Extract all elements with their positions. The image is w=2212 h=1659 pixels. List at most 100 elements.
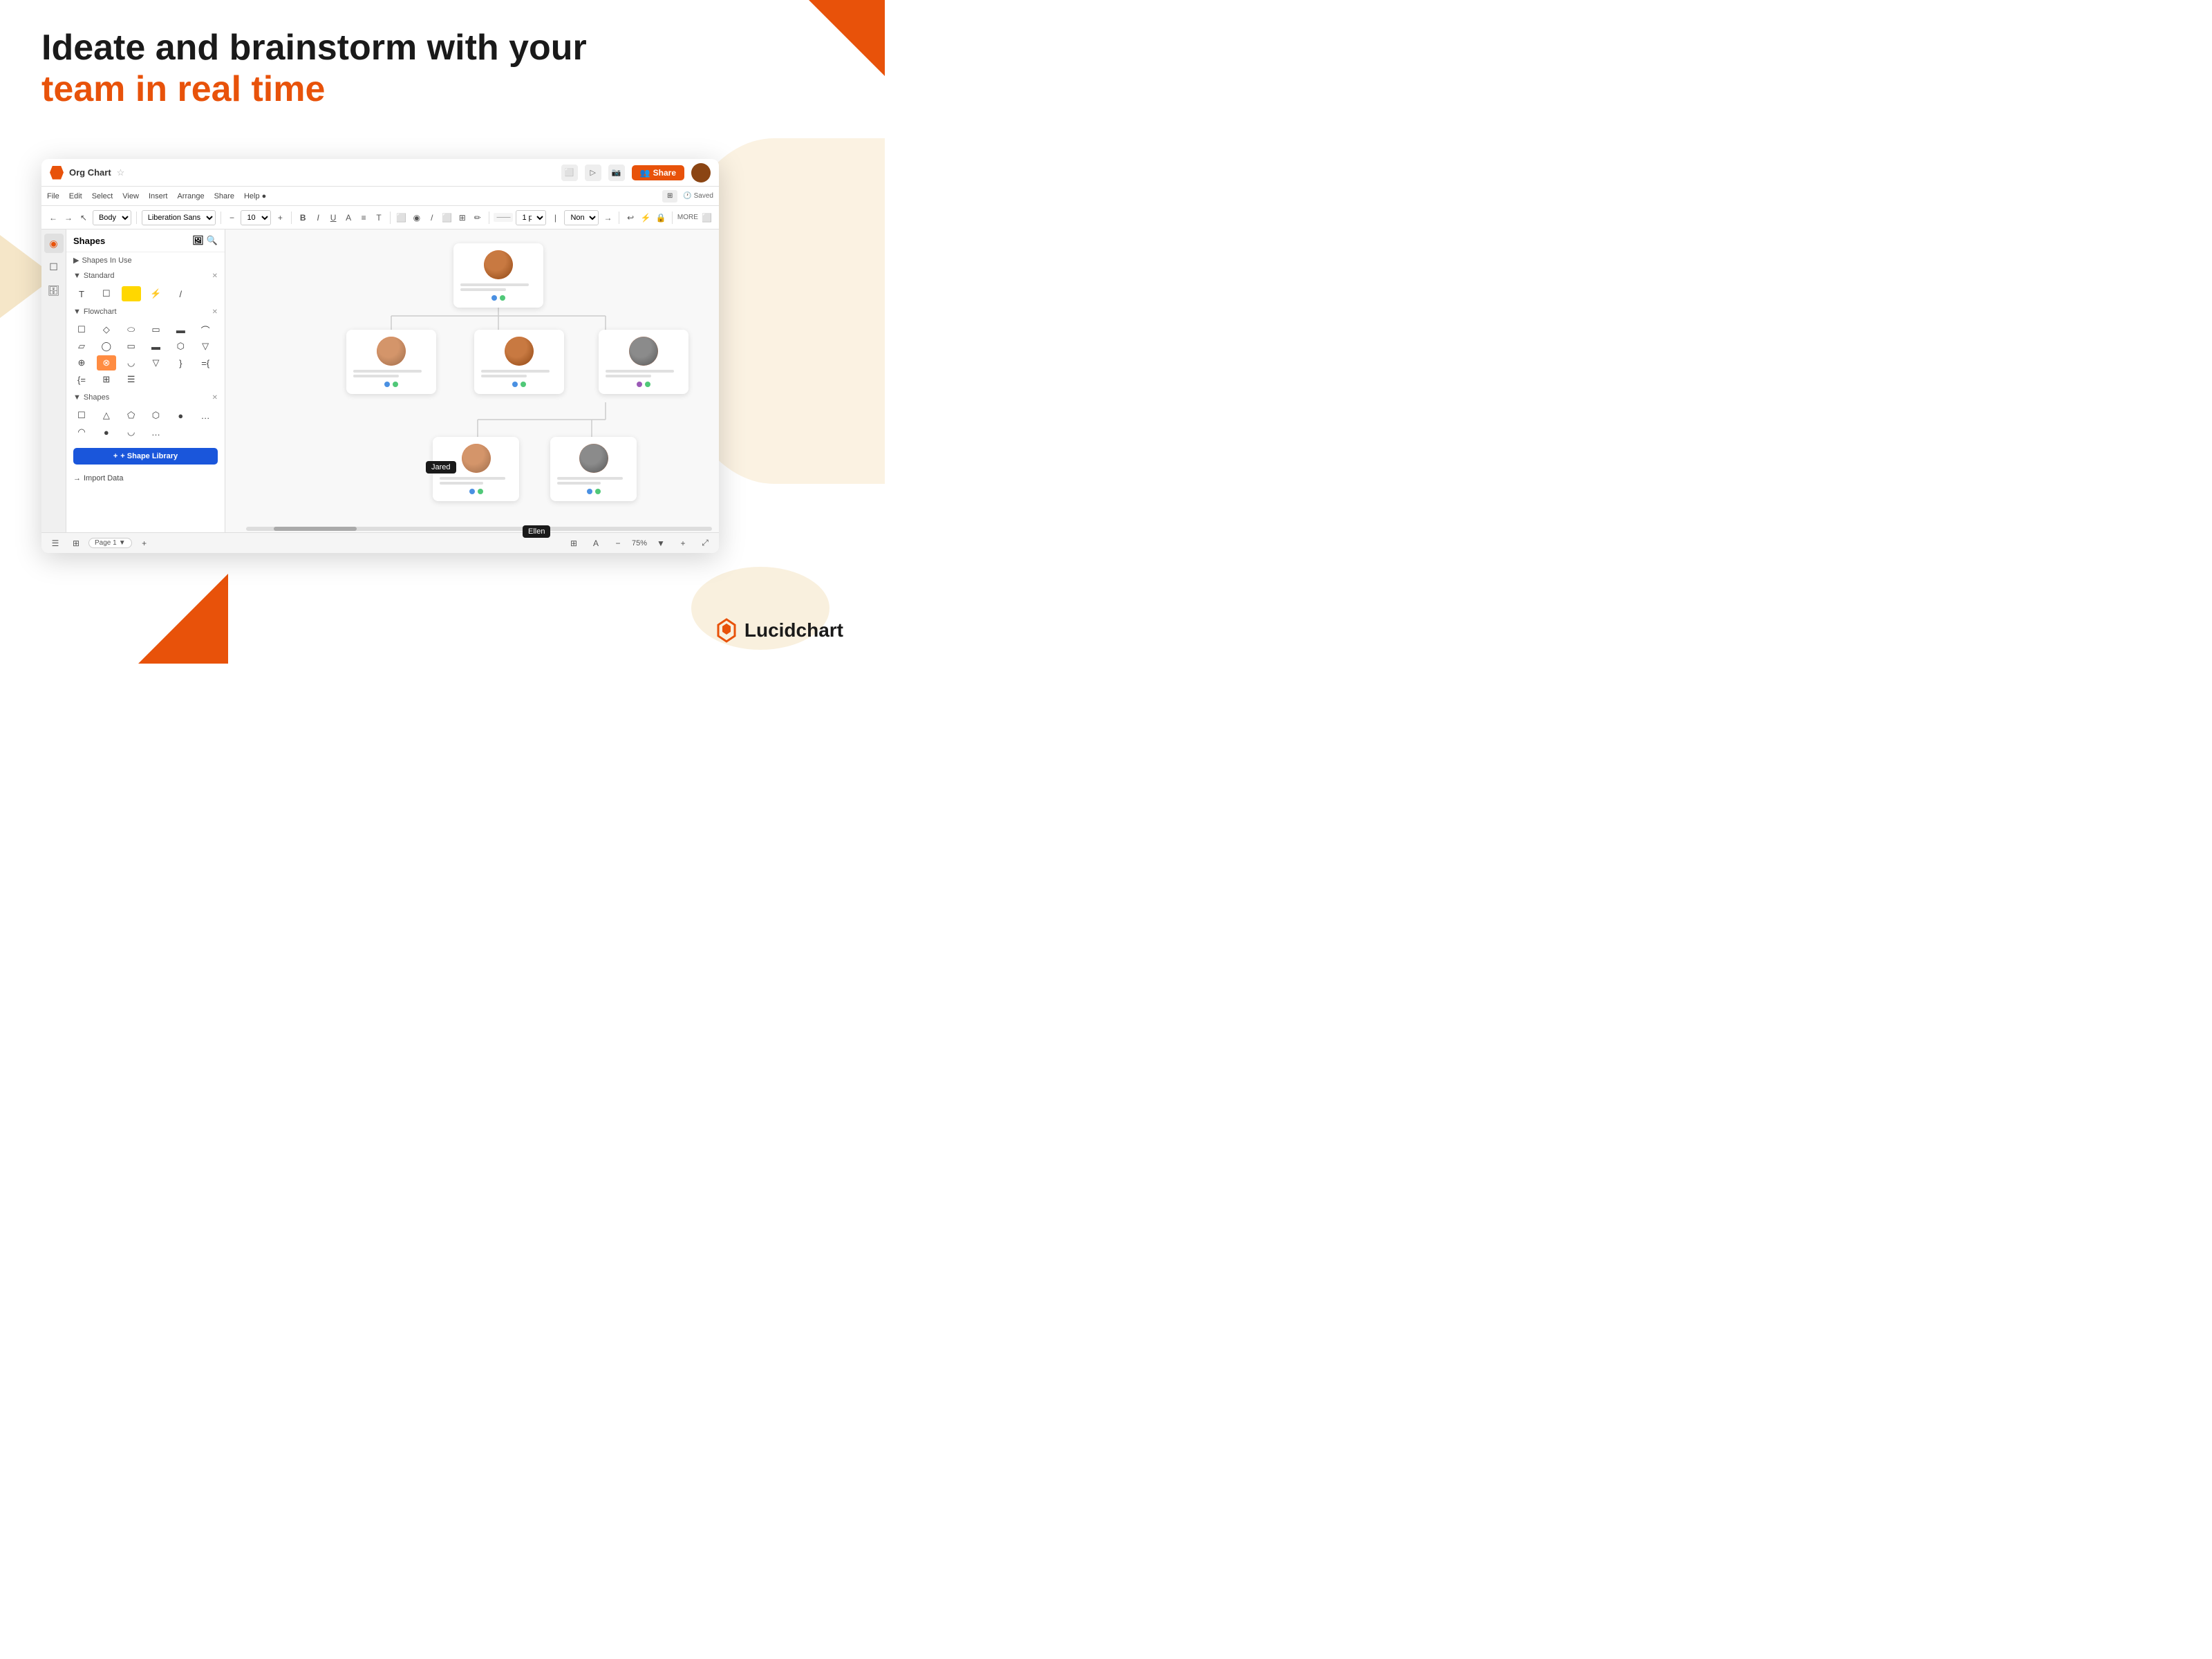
sh-rect[interactable]: ☐ (72, 408, 91, 423)
menu-file[interactable]: File (47, 192, 59, 200)
shapes-section-close[interactable]: ✕ (212, 394, 218, 402)
undo-button[interactable]: ← (47, 209, 59, 226)
menu-help[interactable]: Help ● (244, 192, 266, 200)
lock-button[interactable]: 🔒 (655, 209, 667, 226)
org-node-mgr2[interactable] (550, 437, 637, 501)
underline-button[interactable]: U (327, 209, 339, 226)
fc-shape19[interactable]: {= (72, 372, 91, 387)
redo-button[interactable]: → (62, 209, 75, 226)
sh-more[interactable]: … (196, 408, 215, 423)
fc-shape8[interactable]: ◯ (97, 339, 116, 354)
italic-button[interactable]: I (312, 209, 324, 226)
play-icon[interactable]: ▷ (585, 165, 601, 181)
menu-select[interactable]: Select (92, 192, 113, 200)
sh-arc[interactable]: ◠ (72, 424, 91, 440)
menu-view[interactable]: View (122, 192, 139, 200)
grid-view-button[interactable]: ⊞ (68, 535, 84, 552)
zoom-out-button[interactable]: − (610, 535, 626, 552)
sidebar-data-icon[interactable]: 🗄 (44, 281, 64, 300)
lightning-button[interactable]: ⚡ (639, 209, 652, 226)
fc-shape14-highlighted[interactable]: ⊗ (97, 355, 116, 371)
page-pill[interactable]: Page 1 ▼ (88, 538, 132, 548)
fc-shape21[interactable]: ☰ (122, 372, 141, 387)
font-color-button[interactable]: A (342, 209, 355, 226)
fc-diamond[interactable]: ◇ (97, 322, 116, 337)
shapes-search-icon[interactable]: 🔍 (207, 235, 218, 246)
sh-hexagon[interactable]: ⬡ (146, 408, 165, 423)
fc-shape15[interactable]: ◡ (122, 355, 141, 371)
line-end-button[interactable]: | (549, 209, 561, 226)
menu-share[interactable]: Share (214, 192, 234, 200)
layers-button[interactable]: ⊞ (565, 535, 582, 552)
standard-header[interactable]: ▼ Standard ✕ (66, 268, 225, 283)
fc-shape9[interactable]: ▭ (122, 339, 141, 354)
fc-rect2[interactable]: ▭ (146, 322, 165, 337)
fit-page-button[interactable]: ⤢ (697, 535, 713, 552)
fc-shape6[interactable]: ⌒ (196, 322, 215, 337)
menu-edit[interactable]: Edit (69, 192, 82, 200)
bold-button[interactable]: B (297, 209, 309, 226)
yellow-shape[interactable] (122, 286, 141, 301)
org-node-ceo[interactable] (453, 243, 543, 308)
org-node-vp1[interactable] (346, 330, 436, 394)
fc-shape10[interactable]: ▬ (146, 339, 165, 354)
zoom-dropdown[interactable]: ▼ (653, 535, 669, 552)
menu-arrange[interactable]: Arrange (177, 192, 204, 200)
fc-rect3[interactable]: ▬ (171, 322, 190, 337)
fc-rect[interactable]: ☐ (72, 322, 91, 337)
org-node-vp3[interactable] (599, 330, 688, 394)
lightning-shape[interactable]: ⚡ (146, 286, 165, 301)
video-icon[interactable]: 📷 (608, 165, 625, 181)
line-button[interactable]: / (426, 209, 438, 226)
text-shape[interactable]: T (72, 286, 91, 301)
sh-ellipse[interactable]: ● (171, 408, 190, 423)
present-icon[interactable]: ⬜ (561, 165, 578, 181)
standard-close[interactable]: ✕ (212, 272, 218, 280)
sh-circle2[interactable]: ● (97, 424, 116, 440)
list-view-button[interactable]: ☰ (47, 535, 64, 552)
add-page-button[interactable]: + (136, 535, 153, 552)
fc-shape13[interactable]: ⊕ (72, 355, 91, 371)
pen-tool[interactable]: ✏ (471, 209, 484, 226)
fc-shape20[interactable]: ⊞ (97, 372, 116, 387)
link-button[interactable]: ⬜ (395, 209, 408, 226)
flowchart-header[interactable]: ▼ Flowchart ✕ (66, 304, 225, 319)
shadow-button[interactable]: ⬜ (441, 209, 453, 226)
style-dropdown[interactable]: Body (93, 210, 131, 225)
flowchart-close[interactable]: ✕ (212, 308, 218, 316)
font-size-decrease[interactable]: − (225, 209, 238, 226)
fc-shape17[interactable]: } (171, 355, 190, 371)
font-dropdown[interactable]: Liberation Sans (142, 210, 216, 225)
fc-shape7[interactable]: ▱ (72, 339, 91, 354)
arrow-end-button[interactable]: → (601, 209, 614, 226)
line-width-dropdown[interactable]: 1 px (516, 210, 546, 225)
arrow-style-dropdown[interactable]: None (564, 210, 599, 225)
undo2-button[interactable]: ↩ (624, 209, 637, 226)
fill-button[interactable]: ◉ (411, 209, 423, 226)
font-size-dropdown[interactable]: 10 pt (241, 210, 271, 225)
more-format-button[interactable]: ⊞ (456, 209, 469, 226)
menu-insert[interactable]: Insert (149, 192, 168, 200)
sh-arc2[interactable]: ◡ (122, 424, 141, 440)
sh-pentagon[interactable]: ⬠ (122, 408, 141, 423)
addon-icon[interactable]: ⊞ (662, 190, 677, 203)
sh-triangle[interactable]: △ (97, 408, 116, 423)
canvas-scrollbar[interactable] (246, 527, 712, 531)
shapes-image-icon[interactable]: 🖼 (192, 235, 204, 246)
panel-toggle[interactable]: ⬜ (701, 209, 713, 226)
align-button[interactable]: ≡ (357, 209, 370, 226)
shapes-in-use-header[interactable]: ▶ Shapes In Use (66, 252, 225, 268)
cursor-button[interactable]: ↖ (77, 209, 90, 226)
line-shape[interactable]: / (171, 286, 190, 301)
fc-shape16[interactable]: ▽ (146, 355, 165, 371)
sh-more2[interactable]: … (146, 424, 165, 440)
sidebar-page-icon[interactable]: ☐ (44, 257, 64, 276)
org-node-vp2[interactable] (474, 330, 564, 394)
shape-library-button[interactable]: + + Shape Library (73, 448, 218, 465)
zoom-in-button[interactable]: + (675, 535, 691, 552)
rect-shape[interactable]: ☐ (97, 286, 116, 301)
import-data-button[interactable]: → Import Data (66, 470, 225, 487)
fc-oval[interactable]: ⬭ (122, 322, 141, 337)
fc-shape11[interactable]: ⬡ (171, 339, 190, 354)
fc-shape18[interactable]: ={ (196, 355, 215, 371)
